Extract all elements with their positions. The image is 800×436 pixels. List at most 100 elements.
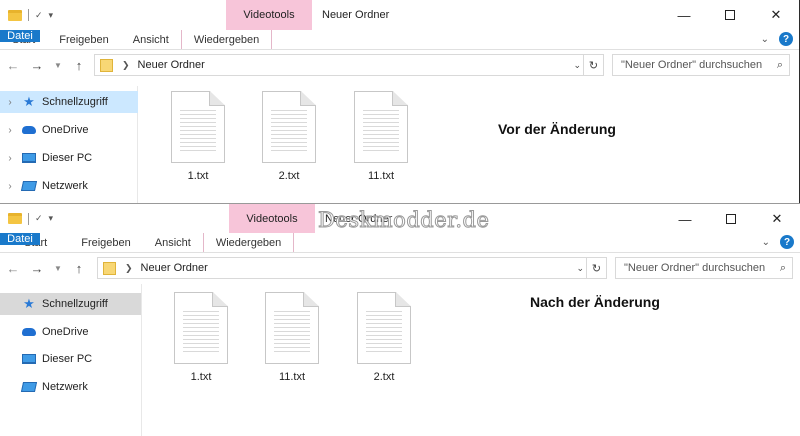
nav-item-netzwerk[interactable]: › Netzwerk (0, 175, 138, 197)
file-name: 2.txt (278, 170, 300, 182)
nav-label: Schnellzugriff (42, 298, 108, 310)
ribbon-controls: ⌄ ? (762, 235, 794, 249)
ribbon-controls: ⌄ ? (761, 32, 793, 46)
nav-item-onedrive[interactable]: OneDrive (0, 321, 138, 343)
ribbon-tabs: Datei Start Freigeben Ansicht Wiedergebe… (0, 30, 799, 50)
customize-toolbar-icon[interactable]: ▾ (49, 10, 54, 21)
search-input[interactable]: "Neuer Ordner" durchsuchen ⌕ (612, 54, 790, 76)
tab-datei[interactable]: Datei (0, 233, 40, 245)
path-text: Neuer Ordner (137, 59, 205, 71)
chevron-down-icon[interactable]: ⌄ (761, 34, 769, 45)
recent-locations-icon[interactable]: ▼ (54, 264, 62, 273)
ribbon-tabs: Datei Start Freigeben Ansicht Wiedergebe… (0, 233, 800, 253)
nav-label: Netzwerk (42, 180, 88, 192)
text-document-icon (357, 292, 411, 364)
close-button[interactable]: ✕ (753, 0, 799, 30)
help-icon[interactable]: ? (779, 32, 793, 46)
search-icon[interactable]: ⌕ (780, 262, 786, 275)
file-item[interactable]: 2.txt (351, 292, 417, 383)
title-bar: ✓ ▾ Videotools Neuer Ordner — ✕ (0, 0, 799, 30)
maximize-icon (726, 214, 736, 224)
file-item[interactable]: 1.txt (165, 91, 231, 182)
explorer-window-after: ✓ ▾ Videotools Neuer Ordner Deskmodder.d… (0, 203, 800, 436)
toolbar-divider (28, 9, 29, 21)
back-icon[interactable]: ← (6, 58, 20, 73)
file-name: 11.txt (278, 371, 306, 383)
tab-freigeben[interactable]: Freigeben (47, 30, 121, 49)
search-input[interactable]: "Neuer Ordner" durchsuchen ⌕ (615, 257, 793, 279)
expand-icon[interactable]: › (0, 97, 20, 108)
search-placeholder: "Neuer Ordner" durchsuchen (624, 262, 766, 274)
path-field[interactable]: ❯ Neuer Ordner ⌄ ↻ (94, 54, 604, 76)
nav-item-dieser-pc[interactable]: › Dieser PC (0, 147, 138, 169)
expand-icon[interactable]: › (0, 181, 20, 192)
folder-icon (100, 58, 113, 72)
tab-freigeben[interactable]: Freigeben (59, 233, 143, 252)
file-item[interactable]: 11.txt (259, 292, 325, 383)
chevron-down-icon[interactable]: ⌄ (576, 263, 584, 274)
tab-ansicht[interactable]: Ansicht (121, 30, 181, 49)
refresh-icon[interactable]: ↻ (583, 55, 603, 75)
quick-access-toolbar: ✓ ▾ (0, 0, 226, 30)
file-item[interactable]: 11.txt (348, 91, 414, 182)
expand-icon[interactable]: › (0, 153, 20, 164)
star-icon: ★ (23, 94, 35, 109)
file-item[interactable]: 1.txt (168, 292, 234, 383)
address-bar: ← → ▼ ↑ ❯ Neuer Ordner ⌄ ↻ "Neuer Ordner… (0, 50, 799, 80)
help-icon[interactable]: ? (780, 235, 794, 249)
context-tab-videotools[interactable]: Videotools (229, 204, 315, 233)
nav-item-schnellzugriff[interactable]: › ★ Schnellzugriff (0, 91, 138, 113)
text-document-icon (262, 91, 316, 163)
recent-locations-icon[interactable]: ▼ (54, 61, 62, 70)
refresh-icon[interactable]: ↻ (586, 258, 606, 278)
maximize-button[interactable] (707, 0, 753, 30)
expand-icon[interactable]: › (0, 125, 20, 136)
search-icon[interactable]: ⌕ (777, 59, 783, 72)
computer-icon (20, 354, 38, 364)
back-icon[interactable]: ← (6, 261, 20, 276)
folder-icon (103, 261, 116, 275)
properties-icon[interactable]: ✓ (35, 10, 43, 21)
chevron-down-icon[interactable]: ⌄ (573, 60, 581, 71)
nav-item-netzwerk[interactable]: Netzwerk (0, 376, 138, 398)
chevron-right-icon[interactable]: ❯ (122, 60, 130, 71)
customize-toolbar-icon[interactable]: ▾ (49, 213, 54, 224)
tab-datei[interactable]: Datei (0, 30, 40, 42)
onedrive-cloud-icon (20, 126, 38, 134)
close-button[interactable]: ✕ (754, 204, 800, 234)
navigation-pane: ★ Schnellzugriff OneDrive Dieser PC Netz… (0, 284, 142, 436)
up-icon[interactable]: ↑ (72, 58, 86, 73)
caption-buttons: — ✕ (661, 0, 799, 30)
properties-icon[interactable]: ✓ (35, 213, 43, 224)
chevron-down-icon[interactable]: ⌄ (762, 237, 770, 248)
minimize-button[interactable]: — (662, 204, 708, 234)
folder-icon (8, 9, 22, 21)
maximize-icon (725, 10, 735, 20)
file-item[interactable]: 2.txt (256, 91, 322, 182)
annotation-heading: Vor der Änderung (498, 121, 616, 137)
chevron-right-icon[interactable]: ❯ (125, 263, 133, 274)
network-icon (20, 382, 38, 392)
file-name: 11.txt (367, 170, 395, 182)
forward-icon[interactable]: → (30, 261, 44, 276)
nav-item-dieser-pc[interactable]: Dieser PC (0, 348, 138, 370)
window-title: Neuer Ordner (322, 9, 390, 21)
tab-ansicht[interactable]: Ansicht (143, 233, 203, 252)
file-name: 1.txt (190, 371, 212, 383)
maximize-button[interactable] (708, 204, 754, 234)
nav-item-onedrive[interactable]: › OneDrive (0, 119, 138, 141)
tab-wiedergeben[interactable]: Wiedergeben (180, 30, 273, 49)
close-icon: ✕ (770, 7, 782, 22)
nav-label: OneDrive (42, 326, 89, 338)
nav-item-schnellzugriff[interactable]: ★ Schnellzugriff (0, 293, 141, 315)
context-tab-videotools[interactable]: Videotools (226, 0, 312, 30)
text-document-icon (354, 91, 408, 163)
tab-wiedergeben[interactable]: Wiedergeben (202, 233, 295, 252)
up-icon[interactable]: ↑ (72, 261, 86, 276)
star-icon: ★ (23, 296, 35, 311)
minimize-icon: — (678, 211, 692, 227)
path-field[interactable]: ❯ Neuer Ordner ⌄ ↻ (97, 257, 607, 279)
minimize-button[interactable]: — (661, 0, 707, 30)
nav-label: OneDrive (42, 124, 89, 136)
forward-icon[interactable]: → (30, 58, 44, 73)
